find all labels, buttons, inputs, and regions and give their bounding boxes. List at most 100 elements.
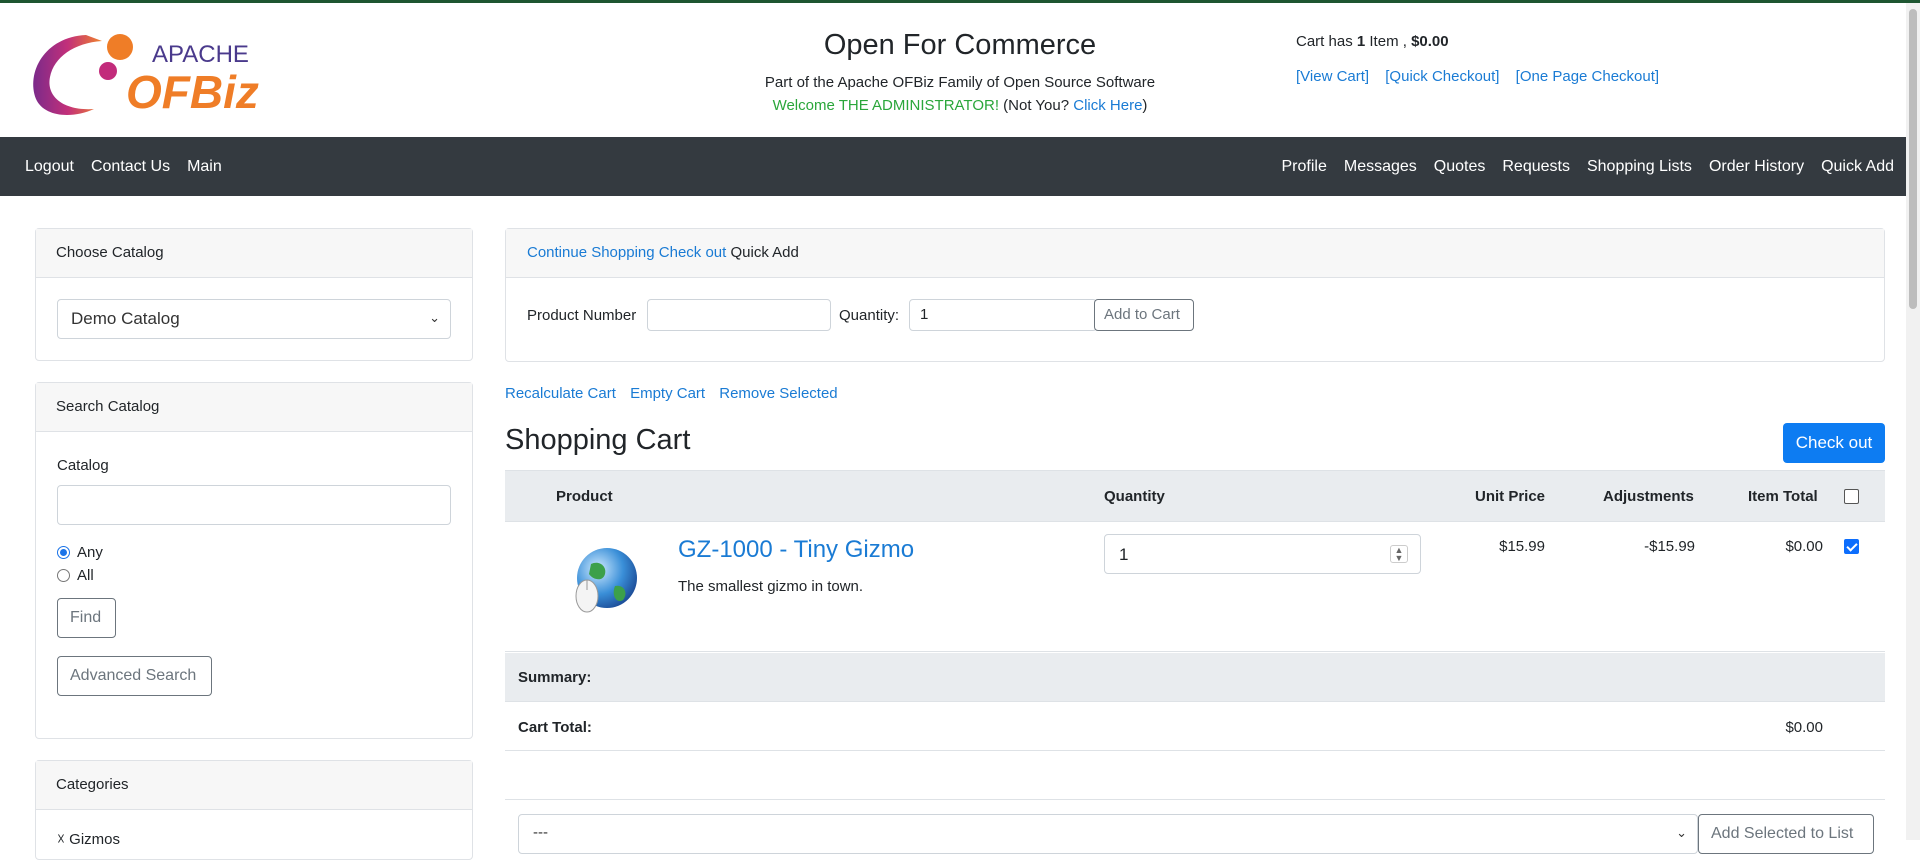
item-quantity-input[interactable]: 1 ▲ ▼: [1104, 534, 1421, 574]
continue-shopping-link[interactable]: Continue Shopping: [527, 244, 655, 261]
cart-count: 1: [1356, 33, 1366, 50]
quantity-label: Quantity:: [839, 307, 900, 324]
remove-selected-link[interactable]: Remove Selected: [719, 385, 837, 402]
nav-logout[interactable]: Logout: [25, 158, 74, 176]
search-mode-radios: Any All: [57, 544, 451, 584]
quick-add-header: Continue Shopping Check out Quick Add: [506, 229, 1884, 278]
cart-summary-mid: Item ,: [1369, 33, 1407, 50]
choose-catalog-title: Choose Catalog: [36, 229, 472, 278]
shopping-list-value: ---: [533, 824, 548, 841]
close-paren: ): [1142, 97, 1148, 114]
quick-add-quantity-input[interactable]: 1: [909, 299, 1097, 331]
main-navbar: Logout Contact Us Main Profile Messages …: [0, 137, 1920, 196]
col-adjustments: Adjustments: [1603, 488, 1694, 505]
product-number-input[interactable]: [647, 299, 831, 331]
nav-main[interactable]: Main: [187, 158, 222, 176]
radio-all-label: All: [77, 567, 94, 584]
quick-add-form: Product Number Quantity: 1 Add to Cart: [506, 278, 1884, 362]
product-thumbnail[interactable]: [565, 542, 643, 620]
nav-shopping-lists[interactable]: Shopping Lists: [1587, 158, 1692, 176]
nav-quick-add[interactable]: Quick Add: [1821, 158, 1894, 176]
store-info: Open For Commerce Part of the Apache OFB…: [740, 25, 1180, 114]
quick-add-card: Continue Shopping Check out Quick Add Pr…: [505, 228, 1885, 362]
empty-cart-link[interactable]: Empty Cart: [630, 385, 705, 402]
radio-all[interactable]: [57, 569, 70, 582]
summary-row: Summary:: [505, 653, 1885, 702]
svg-text:OFBiz: OFBiz: [126, 66, 259, 118]
product-description: The smallest gizmo in town.: [678, 578, 864, 595]
header-checkout-link[interactable]: Check out: [659, 244, 727, 261]
catalog-select[interactable]: Demo Catalog ⌄: [57, 299, 451, 339]
spinner-icon[interactable]: ▲ ▼: [1390, 545, 1408, 563]
nav-contact-us[interactable]: Contact Us: [91, 158, 170, 176]
product-name-link[interactable]: GZ-1000 - Tiny Gizmo: [678, 536, 914, 564]
item-unit-price: $15.99: [1499, 538, 1545, 555]
cart-actions: Recalculate Cart Empty Cart Remove Selec…: [505, 385, 848, 402]
nav-profile[interactable]: Profile: [1282, 158, 1327, 176]
product-number-label: Product Number: [527, 307, 637, 324]
col-item-total: Item Total: [1748, 488, 1818, 505]
scrollbar-thumb[interactable]: [1909, 9, 1917, 309]
welcome-text: Welcome THE ADMINISTRATOR!: [772, 97, 999, 114]
item-select-checkbox[interactable]: [1844, 539, 1859, 554]
radio-any[interactable]: [57, 546, 70, 559]
col-product: Product: [556, 488, 613, 505]
catalog-search-input[interactable]: [57, 485, 451, 525]
nav-order-history[interactable]: Order History: [1709, 158, 1804, 176]
catalog-search-label: Catalog: [57, 457, 109, 474]
cart-summary: Cart has 1 Item , $0.00: [1296, 33, 1671, 50]
recalculate-cart-link[interactable]: Recalculate Cart: [505, 385, 616, 402]
catalog-select-value: Demo Catalog: [71, 309, 180, 328]
click-here-link[interactable]: Click Here: [1073, 97, 1142, 114]
svg-text:APACHE: APACHE: [152, 41, 249, 68]
quick-checkout-link[interactable]: [Quick Checkout]: [1385, 68, 1499, 85]
shopping-cart-title: Shopping Cart: [505, 424, 691, 456]
radio-all-row[interactable]: All: [57, 567, 451, 584]
nav-quotes[interactable]: Quotes: [1434, 158, 1486, 176]
tree-toggle-icon[interactable]: ☓: [57, 831, 65, 848]
nav-left: Logout Contact Us Main: [25, 137, 222, 196]
quick-add-title: Quick Add: [730, 244, 799, 261]
mini-cart-links: [View Cart] [Quick Checkout] [One Page C…: [1296, 68, 1671, 85]
store-title: Open For Commerce: [823, 29, 1097, 61]
nav-messages[interactable]: Messages: [1344, 158, 1417, 176]
ofbiz-logo[interactable]: APACHE OFBiz: [24, 25, 274, 120]
category-item[interactable]: ☓ Gizmos: [36, 810, 472, 868]
site-header: APACHE OFBiz Open For Commerce Part of t…: [0, 3, 1920, 137]
search-catalog-card: Search Catalog Catalog Any All Find Adva…: [35, 382, 473, 739]
category-item-label: Gizmos: [69, 831, 120, 848]
select-all-checkbox[interactable]: [1844, 489, 1859, 504]
nav-right: Profile Messages Quotes Requests Shoppin…: [1282, 137, 1895, 196]
nav-requests[interactable]: Requests: [1502, 158, 1570, 176]
page-scrollbar[interactable]: [1906, 3, 1920, 840]
not-you-text: (Not You?: [1003, 97, 1070, 114]
cart-total-label: Cart Total:: [518, 719, 592, 736]
mini-cart-total: $0.00: [1411, 33, 1449, 50]
search-catalog-title: Search Catalog: [36, 383, 472, 432]
col-unit-price: Unit Price: [1475, 488, 1546, 505]
cart-summary-prefix: Cart has: [1296, 33, 1353, 50]
summary-label: Summary:: [518, 669, 592, 686]
chevron-down-icon: ⌄: [1676, 825, 1687, 840]
quick-add-quantity-value: 1: [920, 306, 929, 323]
categories-title: Categories: [36, 761, 472, 810]
add-to-cart-button[interactable]: Add to Cart: [1094, 299, 1194, 331]
radio-any-row[interactable]: Any: [57, 544, 451, 561]
col-quantity: Quantity: [1104, 488, 1165, 505]
shopping-list-select[interactable]: --- ⌄: [518, 814, 1698, 854]
item-total: $0.00: [1785, 538, 1823, 555]
store-subtitle: Part of the Apache OFBiz Family of Open …: [764, 74, 1156, 91]
cart-table-header: Product Quantity Unit Price Adjustments …: [505, 470, 1885, 522]
item-quantity-value: 1: [1119, 545, 1129, 564]
one-page-checkout-link[interactable]: [One Page Checkout]: [1516, 68, 1659, 85]
cart-total-row: Cart Total: $0.00: [505, 702, 1885, 751]
view-cart-link[interactable]: [View Cart]: [1296, 68, 1369, 85]
welcome-line: Welcome THE ADMINISTRATOR! (Not You? Cli…: [740, 97, 1180, 114]
table-row: GZ-1000 - Tiny Gizmo The smallest gizmo …: [505, 522, 1885, 652]
mini-cart: Cart has 1 Item , $0.00 [View Cart] [Qui…: [1296, 33, 1671, 85]
add-selected-to-list-button[interactable]: Add Selected to List: [1698, 814, 1874, 854]
advanced-search-button[interactable]: Advanced Search: [57, 656, 212, 696]
cart-total-value: $0.00: [1785, 719, 1823, 736]
checkout-button[interactable]: Check out: [1783, 423, 1885, 463]
find-button[interactable]: Find: [57, 598, 116, 638]
